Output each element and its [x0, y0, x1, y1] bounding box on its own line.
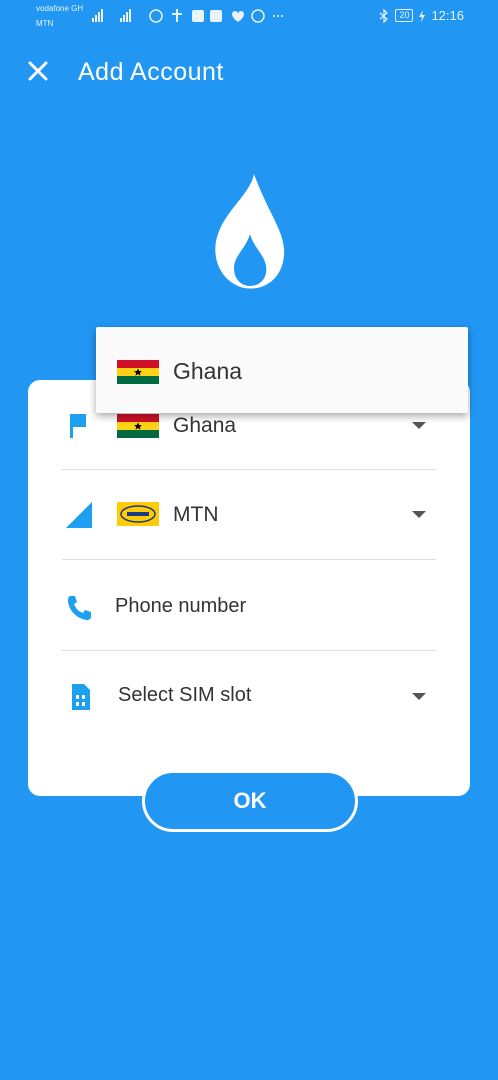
mtn-logo-icon — [117, 502, 159, 526]
account-form-card: Ghana MTN Phone number Select SIM slot — [28, 380, 470, 796]
flag-icon — [70, 414, 86, 438]
battery-level: 20 — [395, 9, 414, 22]
ghana-flag-icon — [117, 360, 159, 384]
carrier-label-secondary: MTN — [36, 19, 54, 28]
country-dropdown-menu: Ghana — [96, 327, 468, 413]
phone-icon — [68, 596, 91, 620]
sim-slot-select[interactable]: Select SIM slot — [28, 651, 470, 741]
chevron-down-icon — [412, 422, 426, 429]
sim-slot-value: Select SIM slot — [118, 684, 252, 706]
status-bar: vodafone GH MTN 20 12:16 — [0, 0, 498, 34]
dropdown-item-label: Ghana — [173, 358, 243, 384]
chevron-down-icon — [412, 693, 426, 700]
network-select[interactable]: MTN — [28, 470, 470, 560]
phone-input[interactable]: Phone number — [115, 595, 246, 618]
status-icons — [92, 9, 283, 23]
close-icon — [28, 61, 48, 81]
chevron-down-icon — [412, 511, 426, 518]
bluetooth-icon — [380, 8, 389, 23]
sim-card-icon — [72, 684, 90, 710]
signal-icon — [66, 502, 92, 528]
carrier-label: vodafone GH — [36, 4, 84, 13]
ok-button[interactable]: OK — [142, 770, 358, 832]
network-value: MTN — [173, 503, 219, 526]
ghana-flag-icon — [117, 414, 159, 438]
dropdown-item-ghana[interactable]: Ghana — [96, 327, 468, 413]
flame-logo — [215, 174, 285, 289]
page-title: Add Account — [78, 58, 224, 86]
country-value: Ghana — [173, 414, 237, 437]
phone-number-field[interactable]: Phone number — [28, 560, 470, 650]
close-button[interactable] — [24, 57, 54, 87]
status-right: 20 12:16 — [379, 8, 464, 23]
charging-icon — [419, 9, 426, 22]
clock: 12:16 — [431, 8, 464, 23]
